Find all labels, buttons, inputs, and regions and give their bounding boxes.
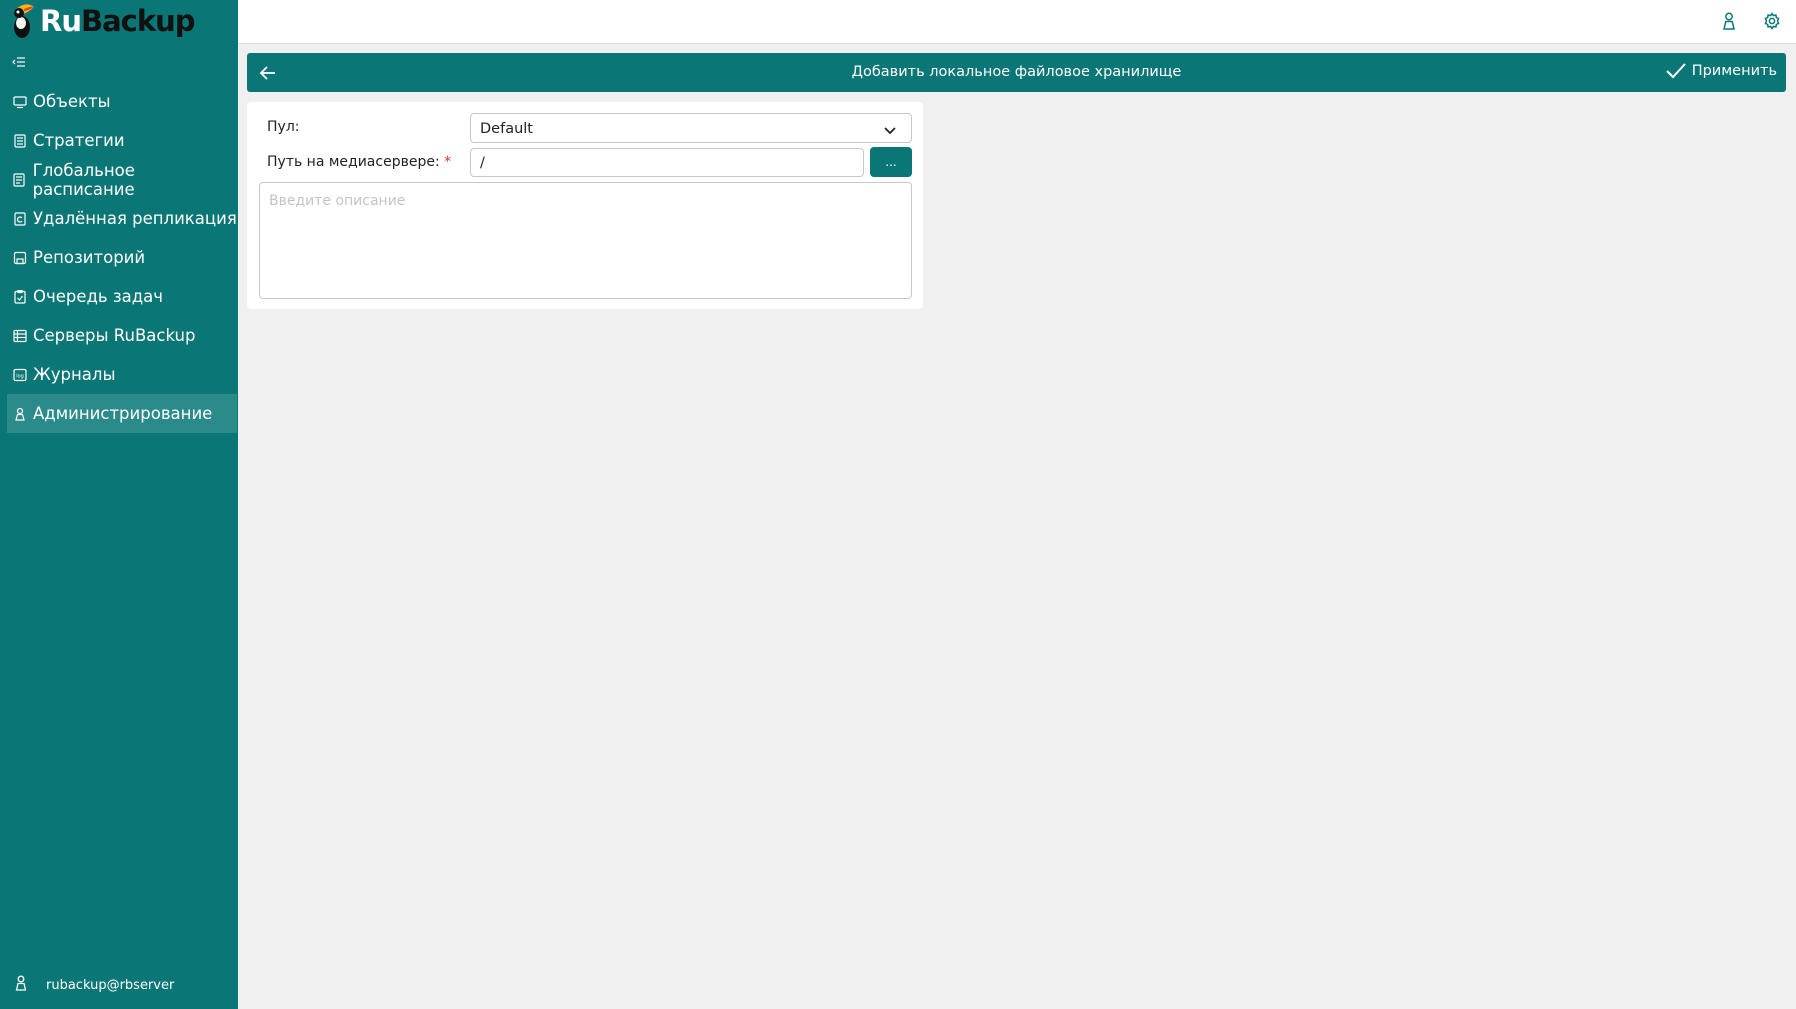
current-user[interactable]: rubackup@rbserver (14, 975, 174, 995)
sidebar-item-global-schedule[interactable]: Глобальное расписание (7, 160, 237, 199)
toucan-logo-icon (14, 4, 34, 38)
sidebar-item-label: Репозиторий (33, 248, 146, 267)
sidebar-item-administration[interactable]: Администрирование (7, 394, 237, 433)
chevron-down-icon (883, 122, 897, 141)
sidebar-item-strategies[interactable]: Стратегии (7, 121, 237, 160)
sidebar-item-rubackup-servers[interactable]: Серверы RuBackup (7, 316, 237, 355)
sidebar-item-label: Журналы (33, 365, 116, 384)
strategy-icon (12, 133, 27, 149)
svg-text:log: log (16, 373, 24, 379)
servers-icon (12, 328, 27, 344)
apply-button[interactable]: Применить (1665, 61, 1777, 81)
storage-form: Пул: Default Путь на медиасервере: * ... (247, 102, 923, 309)
mediaserver-path-input[interactable] (470, 148, 864, 177)
repository-icon (12, 250, 27, 266)
collapse-sidebar-icon[interactable] (12, 54, 28, 70)
top-bar (238, 0, 1796, 44)
sidebar-item-remote-replication[interactable]: Удалённая репликация (7, 199, 237, 238)
checkmark-icon (1665, 63, 1686, 79)
sidebar: RuBackup Объекты Стратегии Глобальное ра… (0, 0, 238, 1009)
sidebar-item-label: Серверы RuBackup (33, 326, 196, 345)
apply-label: Применить (1691, 63, 1777, 79)
rubackup-logo: RuBackup (8, 0, 196, 42)
logo-text: RuBackup (40, 4, 196, 38)
sidebar-item-label: Стратегии (33, 131, 125, 150)
sidebar-item-label: Глобальное расписание (32, 160, 135, 199)
replication-icon (12, 211, 27, 227)
monitor-icon (12, 94, 27, 110)
required-asterisk: * (444, 154, 452, 170)
log-icon: log (12, 367, 27, 383)
pool-select[interactable]: Default (470, 113, 912, 143)
page-title: Добавить локальное файловое хранилище (851, 64, 1182, 80)
sidebar-item-task-queue[interactable]: Очередь задач (7, 277, 237, 316)
sidebar-item-label: Удалённая репликация (33, 209, 237, 228)
user-profile-icon[interactable] (1719, 11, 1739, 31)
page-header: Добавить локальное файловое хранилище Пр… (247, 53, 1786, 92)
description-field[interactable] (259, 182, 912, 299)
admin-icon (12, 406, 27, 422)
pool-selected-value: Default (480, 121, 533, 137)
sidebar-item-label: Объекты (33, 92, 111, 111)
sidebar-item-label: Очередь задач (33, 287, 164, 306)
settings-gear-icon[interactable] (1762, 11, 1782, 31)
sidebar-item-repository[interactable]: Репозиторий (7, 238, 237, 277)
sidebar-item-logs[interactable]: log Журналы (7, 355, 237, 394)
sidebar-item-label: Администрирование (33, 404, 213, 423)
sidebar-item-objects[interactable]: Объекты (7, 82, 237, 121)
path-label-text: Путь на медиасервере: (267, 154, 440, 170)
schedule-icon (12, 172, 27, 188)
username: rubackup@rbserver (46, 977, 175, 993)
browse-path-button[interactable]: ... (870, 147, 912, 177)
user-icon (14, 975, 28, 995)
pool-label: Пул: (267, 119, 300, 135)
sidebar-nav: Объекты Стратегии Глобальное расписание … (7, 82, 237, 433)
path-label: Путь на медиасервере: * (267, 154, 451, 170)
task-queue-icon (12, 289, 27, 305)
